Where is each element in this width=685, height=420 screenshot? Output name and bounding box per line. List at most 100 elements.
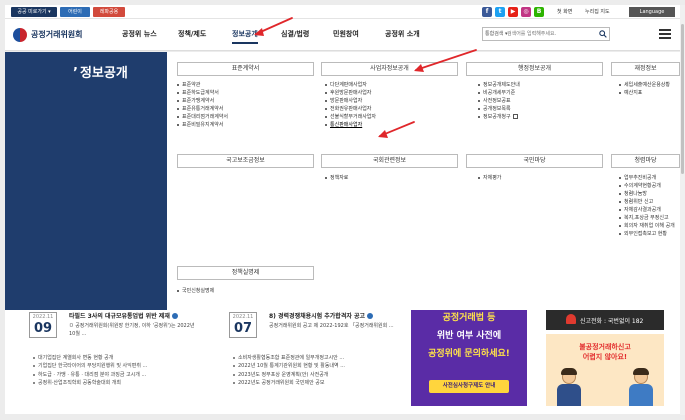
section-finance-info[interactable]: 재정정보 (611, 62, 680, 76)
menu-link[interactable]: 회의자 재취업 이해 공개 (619, 222, 675, 230)
list-item[interactable]: 소비자생활협동조합 표준정관에 일부개정고시안 ... (233, 354, 345, 362)
logo-text: 공정거래위원회 (31, 30, 83, 39)
notice-headline[interactable]: 8) 경력경쟁채용시험 추가합격자 공고 (269, 313, 373, 321)
taegeuk-logo-icon (13, 28, 27, 42)
news-headline-text: 타필드 3사의 대규모유통업법 위반 제재 (69, 313, 170, 320)
section-citizen-yard[interactable]: 국민마당 (466, 154, 603, 168)
menu-link-online-sellers[interactable]: 통신판매사업자 (325, 121, 376, 129)
kids-tab[interactable]: 어린이 (60, 7, 90, 17)
menu-link[interactable]: 복지,포상금 부정신고 (619, 214, 675, 222)
menu-link[interactable]: 표준비밀유지계약서 (177, 121, 228, 129)
news-headline[interactable]: 타필드 3사의 대규모유통업법 위반 제재 (69, 313, 178, 321)
search-icon[interactable] (599, 30, 607, 38)
search-scope-select[interactable]: 통합검색 ▾ (485, 28, 508, 40)
new-badge-icon (366, 313, 373, 319)
mega-menu-title: 정보공개 (73, 62, 128, 81)
twitter-icon[interactable]: t (495, 7, 505, 17)
facebook-icon[interactable]: f (482, 7, 492, 17)
menu-link[interactable]: 정책자료 (325, 174, 348, 182)
sitemap-link[interactable]: 누리집 지도 (585, 7, 610, 17)
nav-policy[interactable]: 정책/제도 (178, 29, 206, 39)
list-item[interactable]: 대기업집단 계열회사 변동 현황 공개 (33, 354, 147, 362)
menu-link[interactable]: 정보공개제도안내 (478, 81, 520, 89)
business-info-list: 다단계판매사업자 후원방문판매사업자 방문판매사업자 전화권유판매사업자 선불식… (325, 81, 376, 129)
menu-link[interactable]: 공개정보목록 (478, 105, 520, 113)
warn-title-1: 불공정거래하신고 (579, 343, 631, 351)
instagram-icon[interactable]: ◎ (521, 7, 531, 17)
main-content: 2022.11 09 타필드 3사의 대규모유통업법 위반 제재 ㅁ 공정거래위… (5, 310, 680, 414)
menu-link[interactable]: 정보공개청구 (478, 113, 520, 121)
menu-link[interactable]: 자체평가 (478, 174, 501, 182)
search-input[interactable] (507, 29, 593, 39)
list-item[interactable]: 2023년도 정부포상 운영계획(안) 사전공개 (233, 371, 345, 379)
section-national-subsidy[interactable]: 국고보조금정보 (177, 154, 314, 168)
public-shortcut-tab[interactable]: 공공 미로가기 ▾ (11, 7, 57, 17)
all-menu-icon[interactable] (659, 29, 671, 39)
menu-link[interactable]: 표준하도급계약서 (177, 89, 228, 97)
section-assembly-info[interactable]: 국회관련정보 (321, 154, 458, 168)
menu-link[interactable]: 예산지표 (619, 89, 670, 97)
menu-link[interactable]: 표준대리점거래계약서 (177, 113, 228, 121)
nav-decisions-laws[interactable]: 심결/법령 (281, 29, 309, 39)
menu-link[interactable]: 표준가맹계약서 (177, 97, 228, 105)
page-scrollbar-thumb[interactable] (681, 24, 684, 174)
menu-link[interactable]: 표준유통거래계약서 (177, 105, 228, 113)
news-date-box: 2022.11 09 (29, 312, 57, 338)
menu-link[interactable]: 외부인접촉보고 현황 (619, 230, 675, 238)
menu-link[interactable]: 표준약관 (177, 81, 228, 89)
menu-link[interactable]: 업무추진비공개 (619, 174, 675, 182)
menu-link[interactable]: 방문판매사업자 (325, 97, 376, 105)
menu-link[interactable]: 후원방문판매사업자 (325, 89, 376, 97)
menu-link-text: 정보공개청구 (483, 114, 511, 120)
blog-icon[interactable]: B (534, 7, 544, 17)
nav-about[interactable]: 공정위 소개 (385, 29, 420, 39)
section-policy-name[interactable]: 정책실명제 (177, 266, 314, 280)
banner-line-3: 공정위에 문의하세요! (428, 349, 510, 359)
notice-list: 소비자생활협동조합 표준정관에 일부개정고시안 ... 2022년 10월 통계… (233, 354, 345, 388)
external-link-icon (512, 114, 518, 119)
nav-info-disclosure[interactable]: 정보공개 (232, 29, 258, 44)
menu-link[interactable]: 청렴나눔방 (619, 190, 675, 198)
nav-civil-participation[interactable]: 민원창여 (333, 29, 359, 39)
menu-link[interactable]: 수의계약현황공개 (619, 182, 675, 190)
menu-link[interactable]: 자체감사결과공개 (619, 206, 675, 214)
section-integrity-yard[interactable]: 청렴마당 (611, 154, 680, 168)
admin-info-list: 정보공개제도안내 비공개세부기준 사전정보공표 공개정보목록 정보공개청구 (478, 81, 520, 121)
section-admin-info[interactable]: 행정정보공개 (466, 62, 603, 76)
notice-date-box: 2022.11 07 (229, 312, 257, 338)
new-badge-icon (171, 313, 178, 319)
menu-link[interactable]: 선불식할부거래사업자 (325, 113, 376, 121)
unfair-report-banner[interactable]: 불공정거래하신고 어렵지 않아요! (546, 334, 664, 406)
notice-summary: 공정거래위원회 공고 제 2022-192호 「공정거래위원회 ... (269, 323, 394, 329)
list-item[interactable]: 하도급 · 가맹 · 유통 · 대리점 분야 과징금 고시개 ... (33, 371, 147, 379)
menu-link[interactable]: 전화권유판매사업자 (325, 105, 376, 113)
banner-line-2: 위반 여부 사전에 (436, 331, 502, 341)
pre-review-banner[interactable]: 공정거래법 등 위반 여부 사전에 공정위에 문의하세요! 사전심사청구제도 안… (411, 310, 527, 406)
mega-menu: 표준계약서 표준약관 표준하도급계약서 표준가맹계약서 표준유통거래계약서 표준… (167, 52, 680, 310)
list-item[interactable]: 기업집단 한국타이어의 부당지원행위 및 사익편취 ... (33, 362, 147, 370)
list-item[interactable]: 2022년도 공정거래위원회 국민제안 공모 (233, 379, 345, 387)
menu-link[interactable]: 사전정보공표 (478, 97, 520, 105)
search-box: 통합검색 ▾ (482, 27, 610, 41)
menu-link[interactable]: 비공개세부기준 (478, 89, 520, 97)
youtube-icon[interactable]: ▶ (508, 7, 518, 17)
person-illustration-icon (626, 368, 656, 406)
shared-tab[interactable]: 레파공용 (93, 7, 125, 17)
menu-link[interactable]: 청렴위반 신고 (619, 198, 675, 206)
nav-news[interactable]: 공정위 뉴스 (122, 29, 157, 39)
menu-link[interactable]: 세입세출예산운용상황 (619, 81, 670, 89)
site-header: 공정거래위원회 공정위 뉴스 정책/제도 정보공개 심결/법령 민원창여 공정위… (5, 19, 680, 51)
report-hotline-bar[interactable]: 신고전화 : 국번없이 182 (546, 310, 664, 330)
site-logo[interactable]: 공정거래위원회 (13, 26, 95, 44)
list-item[interactable]: 공정위·산업조직학회 공동학술대회 개최 (33, 379, 147, 387)
list-item[interactable]: 2022년 10월 통계기관위원회 현황 및 활동내역 ... (233, 362, 345, 370)
language-button[interactable]: Language (629, 7, 675, 17)
section-business-info[interactable]: 사업자정보공개 (321, 62, 458, 76)
banner-line-1: 공정거래법 등 (442, 313, 496, 323)
section-standard-contracts[interactable]: 표준계약서 (177, 62, 314, 76)
news-date-month: 2022.11 (32, 314, 54, 320)
pre-review-button[interactable]: 사전심사청구제도 안내 (429, 380, 509, 393)
menu-link[interactable]: 국민신청실명제 (177, 287, 214, 295)
home-link[interactable]: 첫 화면 (557, 7, 572, 17)
menu-link[interactable]: 다단계판매사업자 (325, 81, 376, 89)
